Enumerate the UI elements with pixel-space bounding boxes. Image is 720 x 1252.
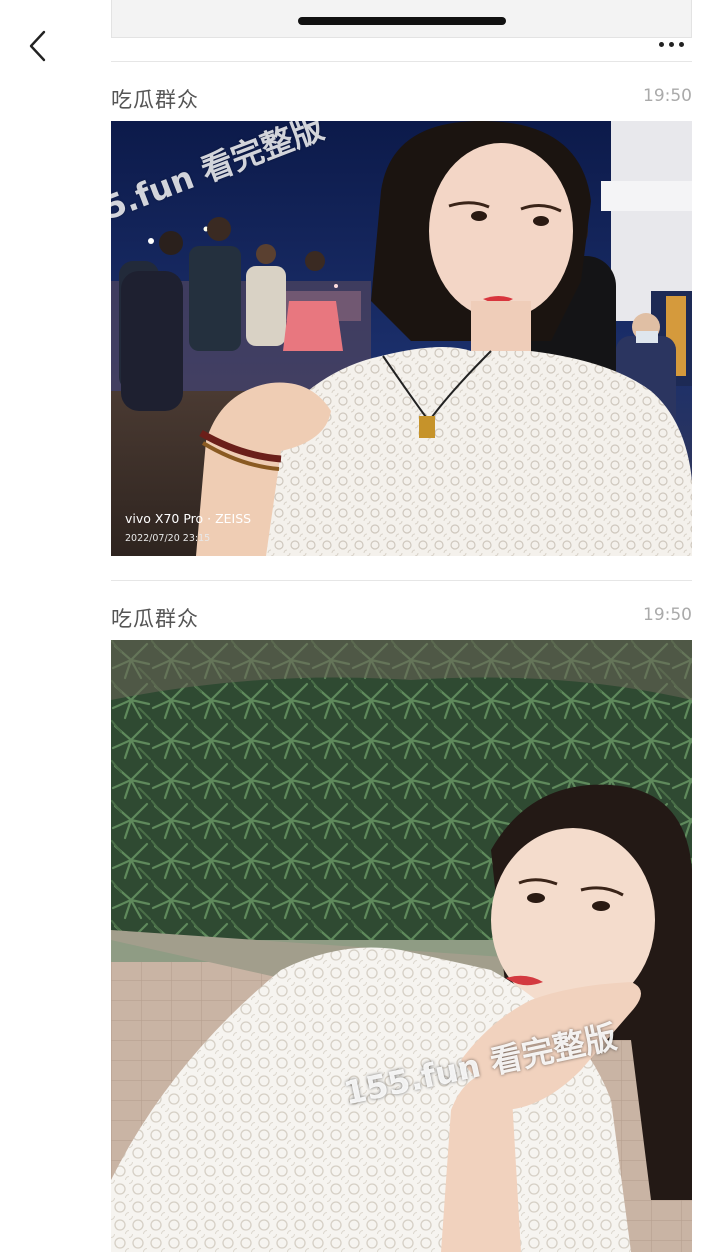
sender-name[interactable]: 吃瓜群众 xyxy=(111,84,199,114)
message-header: 吃瓜群众 19:50 xyxy=(111,84,692,114)
camera-date: 2022/07/20 23:15 xyxy=(125,533,211,544)
sender-name[interactable]: 吃瓜群众 xyxy=(111,603,199,633)
garden-selfie-image xyxy=(111,640,692,1252)
message-header: 吃瓜群众 19:50 xyxy=(111,603,692,633)
message-photo[interactable]: 155.fun 看完整版 vivo X70 Pro · ZEISS 2022/0… xyxy=(111,121,692,556)
back-button[interactable] xyxy=(22,26,54,66)
more-dots-icon xyxy=(658,41,664,47)
message-time: 19:50 xyxy=(643,605,692,625)
message-photo[interactable]: 155.fun 看完整版 xyxy=(111,640,692,1252)
message-time: 19:50 xyxy=(643,86,692,106)
divider xyxy=(111,580,692,581)
home-indicator[interactable] xyxy=(298,17,506,25)
more-options-button[interactable] xyxy=(650,34,692,54)
divider xyxy=(111,61,692,62)
chevron-left-icon xyxy=(29,30,46,62)
camera-watermark: vivo X70 Pro · ZEISS xyxy=(125,511,252,526)
